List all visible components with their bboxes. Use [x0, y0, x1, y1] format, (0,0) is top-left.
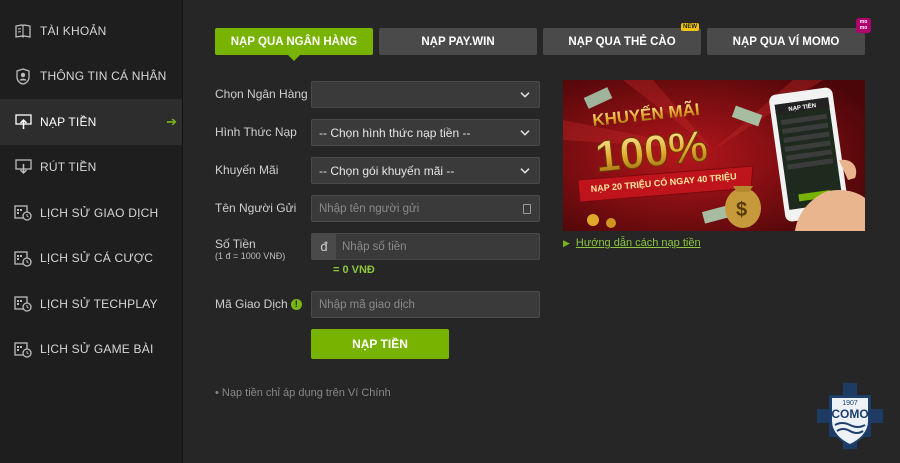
sidebar-item-withdraw[interactable]: RÚT TIỀN	[0, 145, 183, 191]
momo-logo-icon: mo mo	[856, 18, 871, 33]
tab-momo[interactable]: NẠP QUA VÍ MOMO mo mo	[707, 18, 871, 55]
contact-card-icon	[523, 204, 531, 214]
guide-row: ▶ Hướng dẫn cách nạp tiền	[563, 237, 701, 249]
sidebar-item-label: LỊCH SỬ GIAO DỊCH	[40, 205, 159, 220]
sidebar-item-label: LỊCH SỬ TECHPLAY	[40, 296, 158, 311]
deposit-submit-button[interactable]: NẠP TIỀN	[311, 329, 449, 359]
method-select[interactable]: -- Chọn hình thức nạp tiền --	[311, 119, 540, 146]
tab-label: NẠP QUA THẺ CÀO	[568, 35, 676, 48]
arrow-right-icon: ➔	[166, 113, 177, 129]
amount-hint: (1 đ = 1000 VNĐ)	[215, 251, 286, 261]
sidebar-item-techplay-history[interactable]: LỊCH SỬ TECHPLAY	[0, 281, 183, 327]
txn-input[interactable]: Nhập mã giao dịch	[311, 291, 540, 318]
tab-paywin[interactable]: NẠP PAY.WIN	[379, 28, 537, 55]
bank-select[interactable]	[311, 81, 540, 108]
sidebar-item-profile[interactable]: THÔNG TIN CÁ NHÂN	[0, 54, 183, 100]
promo-banner-image: KHUYẾN MÃI 100% NẠP 20 TRIỆU CÓ NGAY 40 …	[563, 80, 865, 231]
amount-placeholder: Nhập số tiền	[342, 240, 407, 253]
sidebar-item-label: LỊCH SỬ GAME BÀI	[40, 342, 154, 357]
chevron-down-icon	[520, 167, 530, 174]
calendar-clock-icon	[14, 249, 32, 267]
sidebar-item-label: LỊCH SỬ CÁ CƯỢC	[40, 251, 154, 266]
sidebar-item-label: THÔNG TIN CÁ NHÂN	[40, 69, 167, 84]
amount-label: Số Tiền	[215, 237, 256, 251]
amount-total: = 0 VNĐ	[333, 264, 375, 276]
sidebar-item-label: TÀI KHOẢN	[40, 23, 107, 38]
currency-symbol: đ	[312, 234, 336, 259]
deposit-panel: NẠP QUA NGÂN HÀNG NẠP PAY.WIN NẠP QUA TH…	[183, 0, 900, 463]
logo-year: 1907	[842, 400, 858, 407]
sidebar-item-transaction-history[interactable]: LỊCH SỬ GIAO DỊCH	[0, 190, 183, 236]
sidebar-item-label: NẠP TIỀN	[40, 114, 97, 129]
tab-bank[interactable]: NẠP QUA NGÂN HÀNG	[215, 28, 373, 61]
sidebar-item-deposit[interactable]: NẠP TIỀN ➔	[0, 99, 183, 145]
method-label: Hình Thức Nạp	[215, 125, 297, 139]
sender-input[interactable]: Nhập tên người gửi	[311, 195, 540, 222]
txn-placeholder: Nhập mã giao dịch	[319, 298, 415, 311]
deposit-icon	[14, 113, 32, 131]
sender-placeholder: Nhập tên người gửi	[319, 202, 420, 215]
txn-label-block: Mã Giao Dịch!	[215, 297, 302, 311]
tab-label: NẠP QUA VÍ MOMO	[732, 35, 840, 48]
book-icon	[14, 22, 32, 40]
deposit-tabs: NẠP QUA NGÂN HÀNG NẠP PAY.WIN NẠP QUA TH…	[215, 18, 871, 61]
calendar-clock-icon	[14, 295, 32, 313]
method-select-value: -- Chọn hình thức nạp tiền --	[319, 125, 471, 140]
chevron-down-icon	[520, 129, 530, 136]
wallet-note: • Nạp tiền chỉ áp dụng trên Ví Chính	[215, 387, 391, 399]
sidebar: TÀI KHOẢN THÔNG TIN CÁ NHÂN NẠP TIỀN ➔ R…	[0, 0, 183, 463]
promo-select-value: -- Chọn gói khuyến mãi --	[319, 163, 455, 178]
sender-label: Tên Người Gửi	[215, 201, 297, 215]
svg-text:$: $	[736, 199, 747, 221]
sidebar-item-label: RÚT TIỀN	[40, 160, 97, 175]
tab-label: NẠP QUA NGÂN HÀNG	[230, 35, 358, 48]
sidebar-item-card-game-history[interactable]: LỊCH SỬ GAME BÀI	[0, 327, 183, 373]
promo-select[interactable]: -- Chọn gói khuyến mãi --	[311, 157, 540, 184]
como-logo: 1907 COMO	[817, 383, 883, 449]
promo-banner[interactable]: KHUYẾN MÃI 100% NẠP 20 TRIỆU CÓ NGAY 40 …	[563, 80, 865, 231]
txn-label: Mã Giao Dịch	[215, 297, 288, 311]
deposit-guide-link[interactable]: Hướng dẫn cách nạp tiền	[576, 237, 701, 249]
amount-label-block: Số Tiền (1 đ = 1000 VNĐ)	[215, 238, 285, 262]
calendar-clock-icon	[14, 340, 32, 358]
tab-label: NẠP PAY.WIN	[421, 35, 495, 48]
logo-name: COMO	[831, 407, 868, 421]
sidebar-item-account[interactable]: TÀI KHOẢN	[0, 8, 183, 54]
chevron-down-icon	[520, 91, 530, 98]
bank-label: Chọn Ngân Hàng	[215, 87, 308, 101]
play-triangle-icon: ▶	[563, 238, 570, 248]
sidebar-item-bet-history[interactable]: LỊCH SỬ CÁ CƯỢC	[0, 236, 183, 282]
promo-label: Khuyến Mãi	[215, 163, 279, 177]
new-badge: NEW	[681, 23, 699, 31]
tab-scratch-card[interactable]: NẠP QUA THẺ CÀO NEW	[543, 23, 701, 55]
info-icon[interactable]: !	[290, 299, 302, 310]
amount-input[interactable]: đ Nhập số tiền	[311, 233, 540, 260]
user-id-icon	[14, 67, 32, 85]
withdraw-icon	[14, 158, 32, 176]
calendar-clock-icon	[14, 204, 32, 222]
